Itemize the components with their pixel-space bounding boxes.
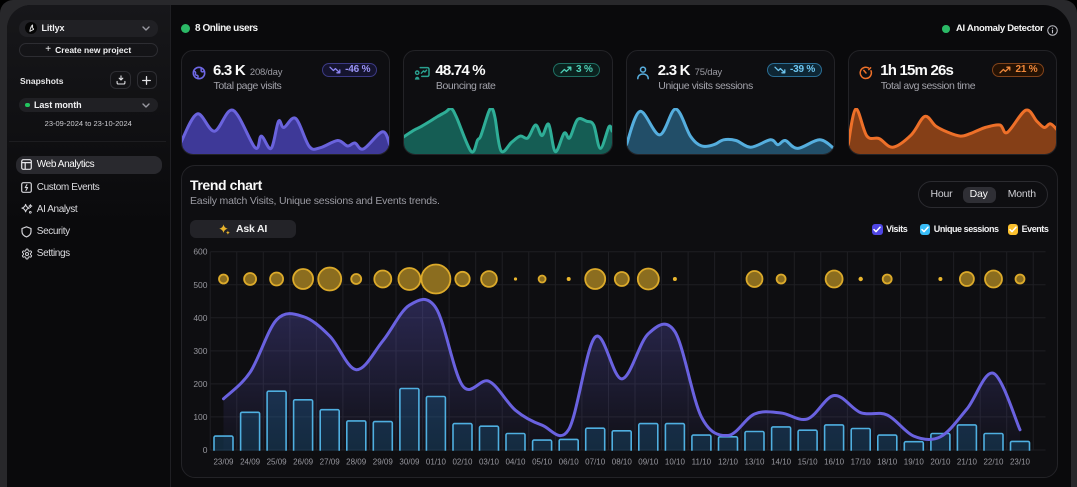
svg-text:23/09: 23/09 bbox=[213, 458, 234, 467]
svg-text:100: 100 bbox=[193, 412, 207, 422]
svg-text:24/09: 24/09 bbox=[240, 458, 261, 467]
svg-text:300: 300 bbox=[193, 346, 207, 356]
svg-text:21/10: 21/10 bbox=[957, 458, 978, 467]
svg-text:04/10: 04/10 bbox=[505, 458, 526, 467]
svg-text:30/09: 30/09 bbox=[399, 458, 420, 467]
svg-text:03/10: 03/10 bbox=[479, 458, 500, 467]
svg-text:200: 200 bbox=[193, 379, 207, 389]
svg-text:11/10: 11/10 bbox=[692, 458, 712, 467]
svg-text:23/10: 23/10 bbox=[1010, 458, 1031, 467]
svg-text:25/09: 25/09 bbox=[267, 458, 288, 467]
svg-text:28/09: 28/09 bbox=[346, 458, 367, 467]
svg-text:400: 400 bbox=[193, 313, 207, 323]
svg-text:0: 0 bbox=[203, 445, 208, 455]
svg-text:13/10: 13/10 bbox=[744, 458, 765, 467]
svg-text:22/10: 22/10 bbox=[983, 458, 1004, 467]
svg-text:06/10: 06/10 bbox=[559, 458, 580, 467]
svg-text:01/10: 01/10 bbox=[426, 458, 447, 467]
svg-text:09/10: 09/10 bbox=[638, 458, 659, 467]
svg-text:500: 500 bbox=[193, 280, 207, 290]
svg-text:08/10: 08/10 bbox=[612, 458, 633, 467]
svg-text:17/10: 17/10 bbox=[851, 458, 872, 467]
svg-text:27/09: 27/09 bbox=[320, 458, 341, 467]
svg-text:29/09: 29/09 bbox=[373, 458, 394, 467]
svg-text:20/10: 20/10 bbox=[930, 458, 951, 467]
svg-text:07/10: 07/10 bbox=[585, 458, 606, 467]
svg-text:14/10: 14/10 bbox=[771, 458, 792, 467]
svg-text:12/10: 12/10 bbox=[718, 458, 739, 467]
svg-text:05/10: 05/10 bbox=[532, 458, 553, 467]
svg-text:15/10: 15/10 bbox=[798, 458, 819, 467]
svg-text:16/10: 16/10 bbox=[824, 458, 845, 467]
svg-text:18/10: 18/10 bbox=[877, 458, 898, 467]
svg-text:600: 600 bbox=[193, 247, 207, 257]
svg-text:26/09: 26/09 bbox=[293, 458, 314, 467]
svg-text:02/10: 02/10 bbox=[452, 458, 473, 467]
svg-text:10/10: 10/10 bbox=[665, 458, 686, 467]
svg-text:19/10: 19/10 bbox=[904, 458, 925, 467]
